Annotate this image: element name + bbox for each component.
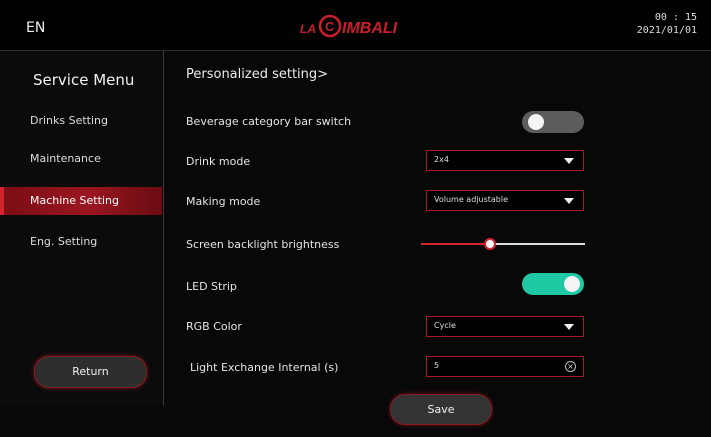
- drink-mode-label: Drink mode: [186, 155, 251, 168]
- making-mode-label: Making mode: [186, 195, 261, 208]
- sidebar: Service Menu Drinks Setting Maintenance …: [0, 51, 164, 406]
- led-strip-toggle[interactable]: [522, 273, 584, 295]
- toggle-knob: [528, 114, 544, 130]
- sidebar-item-drinks-setting[interactable]: Drinks Setting: [0, 107, 162, 135]
- beverage-bar-switch-label: Beverage category bar switch: [186, 115, 352, 128]
- sidebar-item-maintenance[interactable]: Maintenance: [0, 145, 162, 173]
- slider-thumb[interactable]: [483, 238, 496, 250]
- service-menu-title: Service Menu: [33, 71, 135, 89]
- svg-text:LA: LA: [300, 22, 316, 36]
- date-display: 2021/01/01: [636, 25, 697, 36]
- rgb-color-select[interactable]: Cycle: [426, 316, 584, 337]
- light-interval-value: 5: [434, 361, 440, 370]
- svg-text:C: C: [325, 19, 335, 34]
- la-cimbali-logo: LA C IMBALI: [300, 14, 398, 38]
- return-button[interactable]: Return: [34, 356, 147, 388]
- main-panel: Personalized setting> Beverage category …: [164, 51, 711, 425]
- brightness-label: Screen backlight brightness: [186, 238, 340, 251]
- slider-fill: [421, 243, 490, 245]
- clock: 00 : 15 2021/01/01: [637, 11, 697, 37]
- sidebar-item-eng-setting[interactable]: Eng. Setting: [0, 228, 162, 256]
- time-display: 00 : 15: [654, 12, 697, 23]
- save-button[interactable]: Save: [390, 394, 492, 425]
- top-bar: EN LA C IMBALI 00 : 15 2021/01/01: [0, 0, 711, 51]
- svg-text:IMBALI: IMBALI: [342, 20, 398, 37]
- led-strip-label: LED Strip: [186, 280, 237, 293]
- sidebar-item-machine-setting[interactable]: Machine Setting: [0, 187, 162, 215]
- chevron-down-icon: [564, 158, 574, 164]
- light-interval-input[interactable]: 5 ×: [426, 356, 584, 377]
- clear-icon[interactable]: ×: [565, 361, 576, 372]
- language-switch[interactable]: EN: [26, 20, 45, 36]
- rgb-color-label: RGB Color: [186, 320, 242, 333]
- breadcrumb: Personalized setting>: [186, 67, 329, 82]
- drink-mode-select[interactable]: 2x4: [426, 150, 584, 171]
- brightness-slider[interactable]: [421, 237, 585, 251]
- drink-mode-value: 2x4: [434, 155, 449, 164]
- beverage-bar-toggle[interactable]: [522, 111, 584, 133]
- rgb-color-value: Cycle: [434, 321, 456, 330]
- toggle-knob: [564, 276, 580, 292]
- making-mode-select[interactable]: Volume adjustable: [426, 190, 584, 211]
- chevron-down-icon: [564, 198, 574, 204]
- light-interval-label: Light Exchange Internal (s): [190, 361, 339, 374]
- screen: EN LA C IMBALI 00 : 15 2021/01/01 Servic…: [0, 0, 711, 437]
- making-mode-value: Volume adjustable: [434, 195, 508, 204]
- chevron-down-icon: [564, 324, 574, 330]
